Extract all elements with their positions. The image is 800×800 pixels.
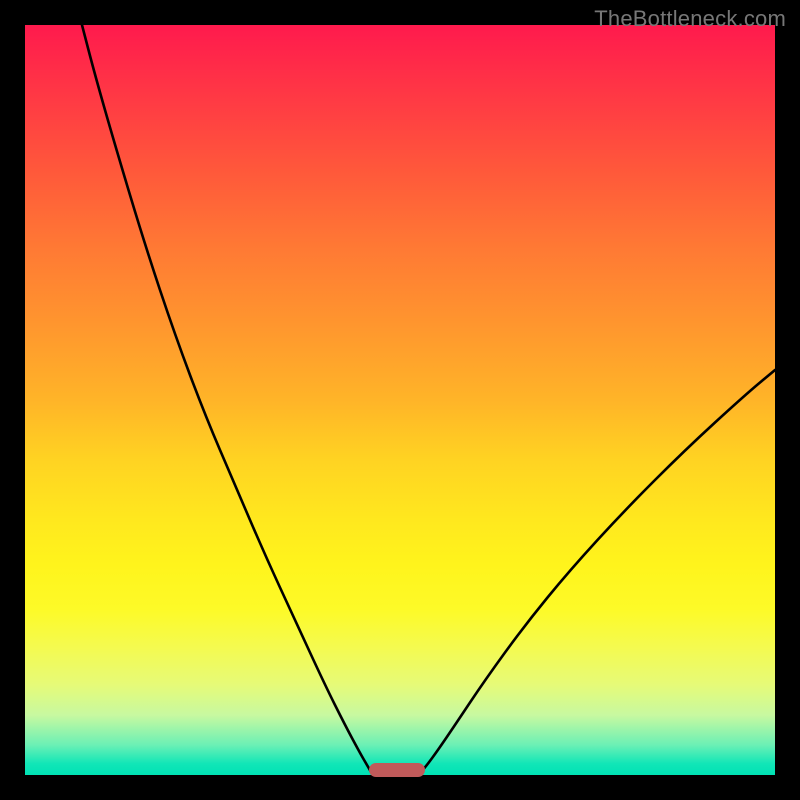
plot-area [25, 25, 775, 775]
bottom-marker [369, 763, 425, 777]
left-branch-curve [82, 25, 371, 772]
right-branch-curve [421, 370, 775, 772]
curves-svg [25, 25, 775, 775]
watermark-text: TheBottleneck.com [594, 6, 786, 32]
figure-frame: TheBottleneck.com [0, 0, 800, 800]
